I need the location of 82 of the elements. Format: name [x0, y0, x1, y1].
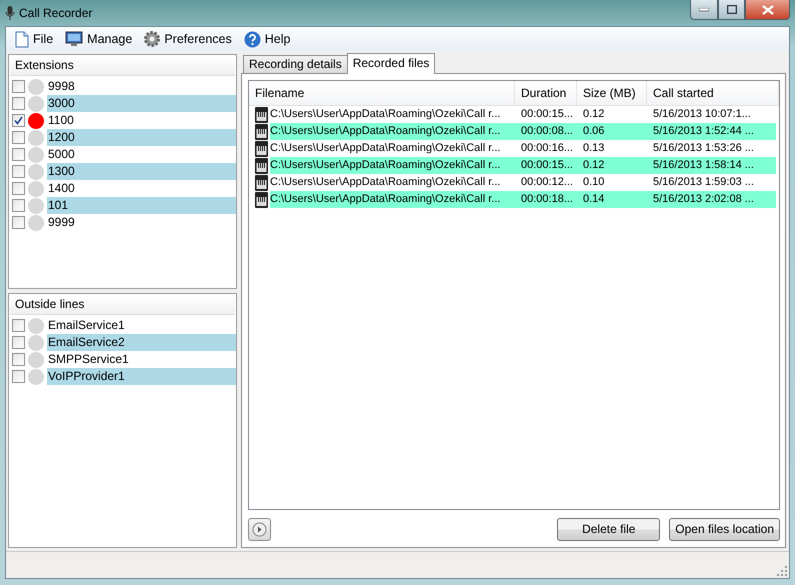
window-title: Call Recorder — [19, 6, 92, 20]
minimize-button[interactable] — [690, 0, 718, 20]
audio-file-icon — [255, 124, 268, 140]
menu-item[interactable]: Manage — [87, 32, 132, 46]
table-cell: 0.06 — [577, 123, 647, 140]
list-item[interactable]: 1200 — [47, 129, 236, 146]
menu-item[interactable]: File — [33, 32, 54, 46]
table-cell: C:\Users\User\AppData\Roaming\Ozeki\Call r... — [270, 191, 515, 208]
table-cell: C:\Users\User\AppData\Roaming\Ozeki\Call r... — [270, 157, 515, 174]
table-cell-text: C:\Users\User\AppData\Roaming\Ozeki\Call r... — [270, 141, 502, 156]
checkbox[interactable] — [12, 353, 25, 366]
checkbox[interactable] — [12, 319, 25, 332]
minimize-icon — [699, 8, 709, 12]
close-button[interactable] — [745, 0, 790, 20]
checkbox[interactable] — [12, 165, 25, 178]
action-button[interactable]: Open files location — [669, 518, 780, 540]
table-cell-text: 5/16/2013 1:53:26 ... — [652, 141, 755, 156]
checkbox[interactable] — [12, 216, 25, 229]
list-item[interactable]: VoIPProvider1 — [47, 368, 236, 386]
audio-file-icon — [255, 158, 268, 174]
table-cell: 00:00:08... — [515, 123, 577, 140]
checkbox[interactable] — [12, 182, 25, 195]
menu-item[interactable]: Help — [264, 32, 290, 46]
checkbox[interactable] — [12, 199, 25, 212]
column-header[interactable]: Filename — [249, 81, 515, 105]
list-item[interactable]: SMPPService1 — [47, 351, 236, 368]
table-cell-text: 0.13 — [582, 141, 606, 156]
table-cell-text: 00:00:16... — [520, 141, 574, 156]
list-item[interactable]: 101 — [47, 197, 236, 214]
table-cell-text: 00:00:12... — [520, 175, 574, 190]
list-item[interactable]: 5000 — [47, 146, 236, 163]
list-item[interactable]: 1400 — [47, 180, 236, 197]
play-button[interactable] — [248, 518, 271, 540]
table-cell-text: 5/16/2013 10:07:1... — [652, 107, 752, 122]
checkbox[interactable] — [12, 97, 25, 110]
checkbox[interactable] — [12, 148, 25, 161]
list-item[interactable]: 1100 — [47, 112, 236, 129]
microphone-icon — [5, 5, 15, 21]
menu-item[interactable]: Preferences — [164, 32, 232, 46]
resize-grip-icon — [777, 566, 787, 576]
table-cell-text: 0.10 — [582, 175, 606, 190]
table-cell-text: 00:00:15... — [520, 107, 574, 122]
audio-file-icon — [255, 174, 268, 190]
checkbox[interactable] — [12, 80, 25, 93]
settings-icon — [144, 31, 160, 47]
checkbox[interactable] — [12, 131, 25, 144]
maximize-button[interactable] — [718, 0, 745, 20]
maximize-icon — [726, 5, 736, 14]
table-cell-text: C:\Users\User\AppData\Roaming\Ozeki\Call r... — [270, 175, 502, 190]
list-item[interactable]: EmailService1 — [47, 317, 236, 334]
play-icon — [252, 522, 267, 536]
list-item[interactable]: 9998 — [47, 78, 236, 95]
column-header[interactable]: Duration — [515, 81, 577, 105]
column-header[interactable]: Size (MB) — [577, 81, 647, 105]
action-button[interactable]: Delete file — [557, 518, 660, 540]
table-cell: 5/16/2013 1:52:44 ... — [647, 123, 776, 140]
table-cell: 5/16/2013 2:02:08 ... — [647, 191, 776, 208]
tab[interactable]: Recording details — [243, 55, 348, 74]
document-icon — [15, 30, 29, 48]
checkbox[interactable] — [12, 370, 25, 384]
table-cell: C:\Users\User\AppData\Roaming\Ozeki\Call r... — [270, 123, 515, 140]
table-cell-text: 0.12 — [582, 107, 606, 122]
close-icon — [762, 4, 774, 14]
table-cell-text: 5/16/2013 1:59:03 ... — [652, 175, 755, 190]
table-cell: 5/16/2013 1:58:14 ... — [647, 157, 776, 174]
help-icon — [244, 30, 261, 48]
audio-file-icon — [255, 140, 268, 156]
table-cell: 00:00:15... — [515, 157, 577, 174]
table-cell: 0.14 — [577, 191, 647, 208]
list-item[interactable]: 9999 — [47, 214, 236, 231]
checkbox[interactable] — [12, 336, 25, 350]
table-cell: 0.12 — [577, 157, 647, 174]
list-item[interactable]: 3000 — [47, 95, 236, 112]
audio-file-icon — [255, 192, 268, 208]
table-cell: 00:00:18... — [515, 191, 577, 208]
table-cell-text: C:\Users\User\AppData\Roaming\Ozeki\Call r... — [270, 107, 502, 122]
checkbox[interactable] — [12, 114, 25, 127]
list-item[interactable]: 1300 — [47, 163, 236, 180]
tab[interactable]: Recorded files — [346, 53, 436, 74]
column-header[interactable]: Call started — [647, 81, 779, 105]
monitor-icon — [65, 31, 84, 47]
list-item[interactable]: EmailService2 — [47, 334, 236, 352]
